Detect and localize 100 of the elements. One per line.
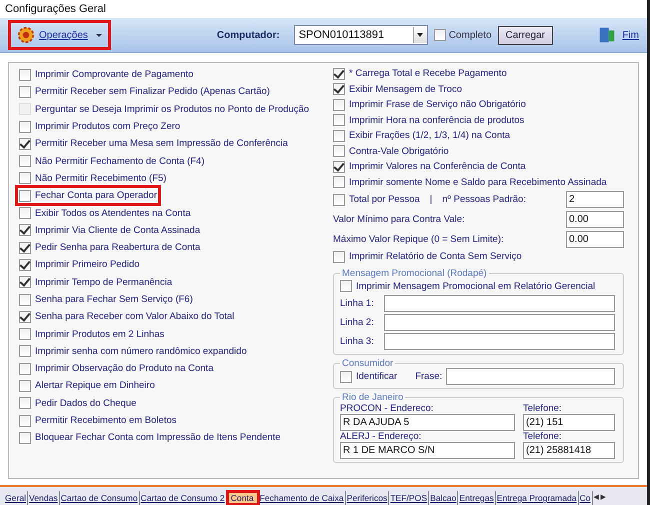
- tab[interactable]: Entrega Programada: [496, 491, 579, 505]
- checkbox-label: Exibir Mensagem de Troco: [349, 84, 462, 95]
- phrase-label: Frase:: [415, 371, 442, 382]
- checkbox-label: Imprimir Via Cliente de Conta Assinada: [35, 224, 200, 236]
- checkbox-label: Alertar Repique em Dinheiro: [35, 380, 155, 392]
- checkbox-label: Pedir Senha para Reabertura de Conta: [35, 242, 200, 254]
- checkbox[interactable]: [19, 397, 31, 410]
- operations-menu[interactable]: Operações: [8, 20, 111, 50]
- door-exit-icon: [598, 25, 616, 45]
- group-title: Consumidor: [341, 358, 394, 369]
- checkbox[interactable]: [19, 432, 31, 444]
- checkbox[interactable]: [19, 224, 31, 236]
- checkbox[interactable]: [19, 190, 31, 202]
- checkbox-label: Imprimir Frase de Serviço não Obrigatório: [349, 99, 526, 110]
- computer-label: Computador:: [216, 30, 280, 40]
- line-field[interactable]: [384, 333, 615, 350]
- computer-dropdown[interactable]: SPON010113891: [294, 25, 428, 45]
- tab[interactable]: Conta: [226, 491, 259, 505]
- field-label: Valor Mínimo para Contra Vale:: [333, 214, 465, 224]
- checkbox[interactable]: [19, 414, 31, 427]
- checkbox[interactable]: [333, 114, 345, 126]
- tab[interactable]: Co: [578, 491, 593, 505]
- address-field[interactable]: R 1 DE MARCO S/N: [340, 442, 515, 458]
- checkbox[interactable]: [19, 276, 31, 288]
- group-title: Rio de Janeiro: [341, 392, 404, 402]
- phone-field[interactable]: (21) 151: [523, 414, 615, 430]
- checkbox[interactable]: [19, 310, 31, 323]
- checkbox[interactable]: [19, 258, 31, 271]
- checkbox-label: * Carrega Total e Recebe Pagamento: [349, 68, 507, 80]
- tab[interactable]: Balcao: [429, 491, 458, 505]
- checkbox[interactable]: [333, 83, 345, 96]
- checkbox-label: Perguntar se Deseja Imprimir os Produtos no Ponto de Produção: [35, 104, 310, 115]
- checkbox-label: Não Permitir Recebimento (F5): [35, 172, 166, 184]
- checkbox[interactable]: [19, 362, 31, 375]
- checkbox[interactable]: [19, 328, 31, 340]
- line-label: Linha 3:: [340, 336, 375, 347]
- checkbox[interactable]: [19, 345, 31, 358]
- tab[interactable]: Perifericos: [346, 491, 390, 505]
- checkbox[interactable]: [19, 155, 31, 168]
- checkbox-label: Imprimir Hora na conferência de produtos: [349, 114, 524, 126]
- phone-label: Telefone:: [523, 402, 563, 414]
- checkbox-label: Senha para Receber com Valor Abaixo do Total: [35, 311, 234, 322]
- checkbox-label: Completo: [448, 30, 492, 40]
- tab[interactable]: Cartao de Consumo: [60, 491, 140, 505]
- checkbox[interactable]: [333, 68, 345, 80]
- checkbox[interactable]: [333, 145, 345, 158]
- group-title: Mensagem Promocional (Rodapé): [341, 268, 488, 278]
- checkbox-label: Imprimir Mensagem Promocional em Relatório Gerencial: [356, 280, 596, 292]
- checkbox[interactable]: [333, 250, 345, 263]
- line-field[interactable]: [384, 314, 615, 331]
- phone-field[interactable]: (21) 25881418: [523, 442, 615, 458]
- checkbox[interactable]: [333, 194, 345, 206]
- field-label: Máximo Valor Repique (0 = Sem Limite):: [333, 234, 504, 244]
- window-title: Configurações Geral: [4, 2, 107, 17]
- checkbox-label: Bloquear Fechar Conta com Impressão de Itens Pendente: [35, 432, 281, 444]
- checkbox-label: Imprimir senha com número randômico expandido: [35, 346, 247, 357]
- tab[interactable]: Geral: [4, 491, 28, 505]
- checkbox-label: Contra-Vale Obrigatório: [349, 146, 449, 157]
- checkbox[interactable]: [19, 207, 31, 220]
- tab[interactable]: TEF/POS: [389, 491, 430, 505]
- checkbox[interactable]: [19, 68, 31, 81]
- line-field[interactable]: [384, 295, 615, 312]
- gear-icon: [17, 26, 35, 44]
- value-field[interactable]: 0.00: [566, 210, 624, 228]
- checkbox-label: Senha para Fechar Sem Serviço (F6): [35, 294, 193, 305]
- checkbox[interactable]: [340, 370, 352, 383]
- value-field[interactable]: 0.00: [566, 230, 624, 248]
- checkbox[interactable]: [19, 242, 31, 254]
- people-field[interactable]: 2: [566, 191, 624, 208]
- checkbox[interactable]: [340, 280, 352, 292]
- checkbox-label: Identificar: [356, 371, 398, 382]
- checkbox[interactable]: [19, 86, 31, 98]
- tab[interactable]: Fechamento de Caixa: [258, 491, 346, 505]
- caret-icon: [96, 34, 102, 36]
- tab[interactable]: Entregas: [458, 491, 496, 505]
- checkbox-label: Total por Pessoa: [349, 194, 420, 205]
- checkbox-label: Exibir Frações (1/2, 1/3, 1/4) na Conta: [349, 130, 510, 142]
- checkbox[interactable]: [19, 172, 31, 184]
- checkbox[interactable]: [333, 176, 345, 188]
- tab[interactable]: Vendas: [28, 491, 60, 505]
- separator-text: |: [430, 194, 432, 205]
- checkbox[interactable]: [333, 160, 345, 173]
- checkbox[interactable]: [434, 29, 446, 41]
- checkbox-label: Imprimir Relatório de Conta Sem Serviço: [349, 251, 522, 262]
- checkbox-label: Imprimir Comprovante de Pagamento: [35, 69, 194, 80]
- address-field[interactable]: R DA AJUDA 5: [340, 414, 515, 430]
- address-label: PROCON - Endereco:: [340, 402, 434, 414]
- checkbox[interactable]: [19, 380, 31, 392]
- checkbox[interactable]: [19, 120, 31, 133]
- checkbox[interactable]: [19, 294, 31, 306]
- phrase-field[interactable]: [446, 368, 615, 386]
- checkbox[interactable]: [333, 98, 345, 111]
- exit-link[interactable]: Fim: [622, 30, 639, 40]
- checkbox-label: Fechar Conta para Operador: [35, 190, 157, 202]
- checkbox-label: Imprimir Primeiro Pedido: [35, 259, 140, 270]
- checkbox-label: Imprimir Observação do Produto na Conta: [35, 363, 214, 374]
- checkbox-label: Permitir Receber sem Finalizar Pedido (Apenas Cartão): [35, 86, 270, 98]
- checkbox[interactable]: [333, 130, 345, 142]
- load-button[interactable]: Carregar: [498, 26, 553, 44]
- checkbox[interactable]: [19, 138, 31, 150]
